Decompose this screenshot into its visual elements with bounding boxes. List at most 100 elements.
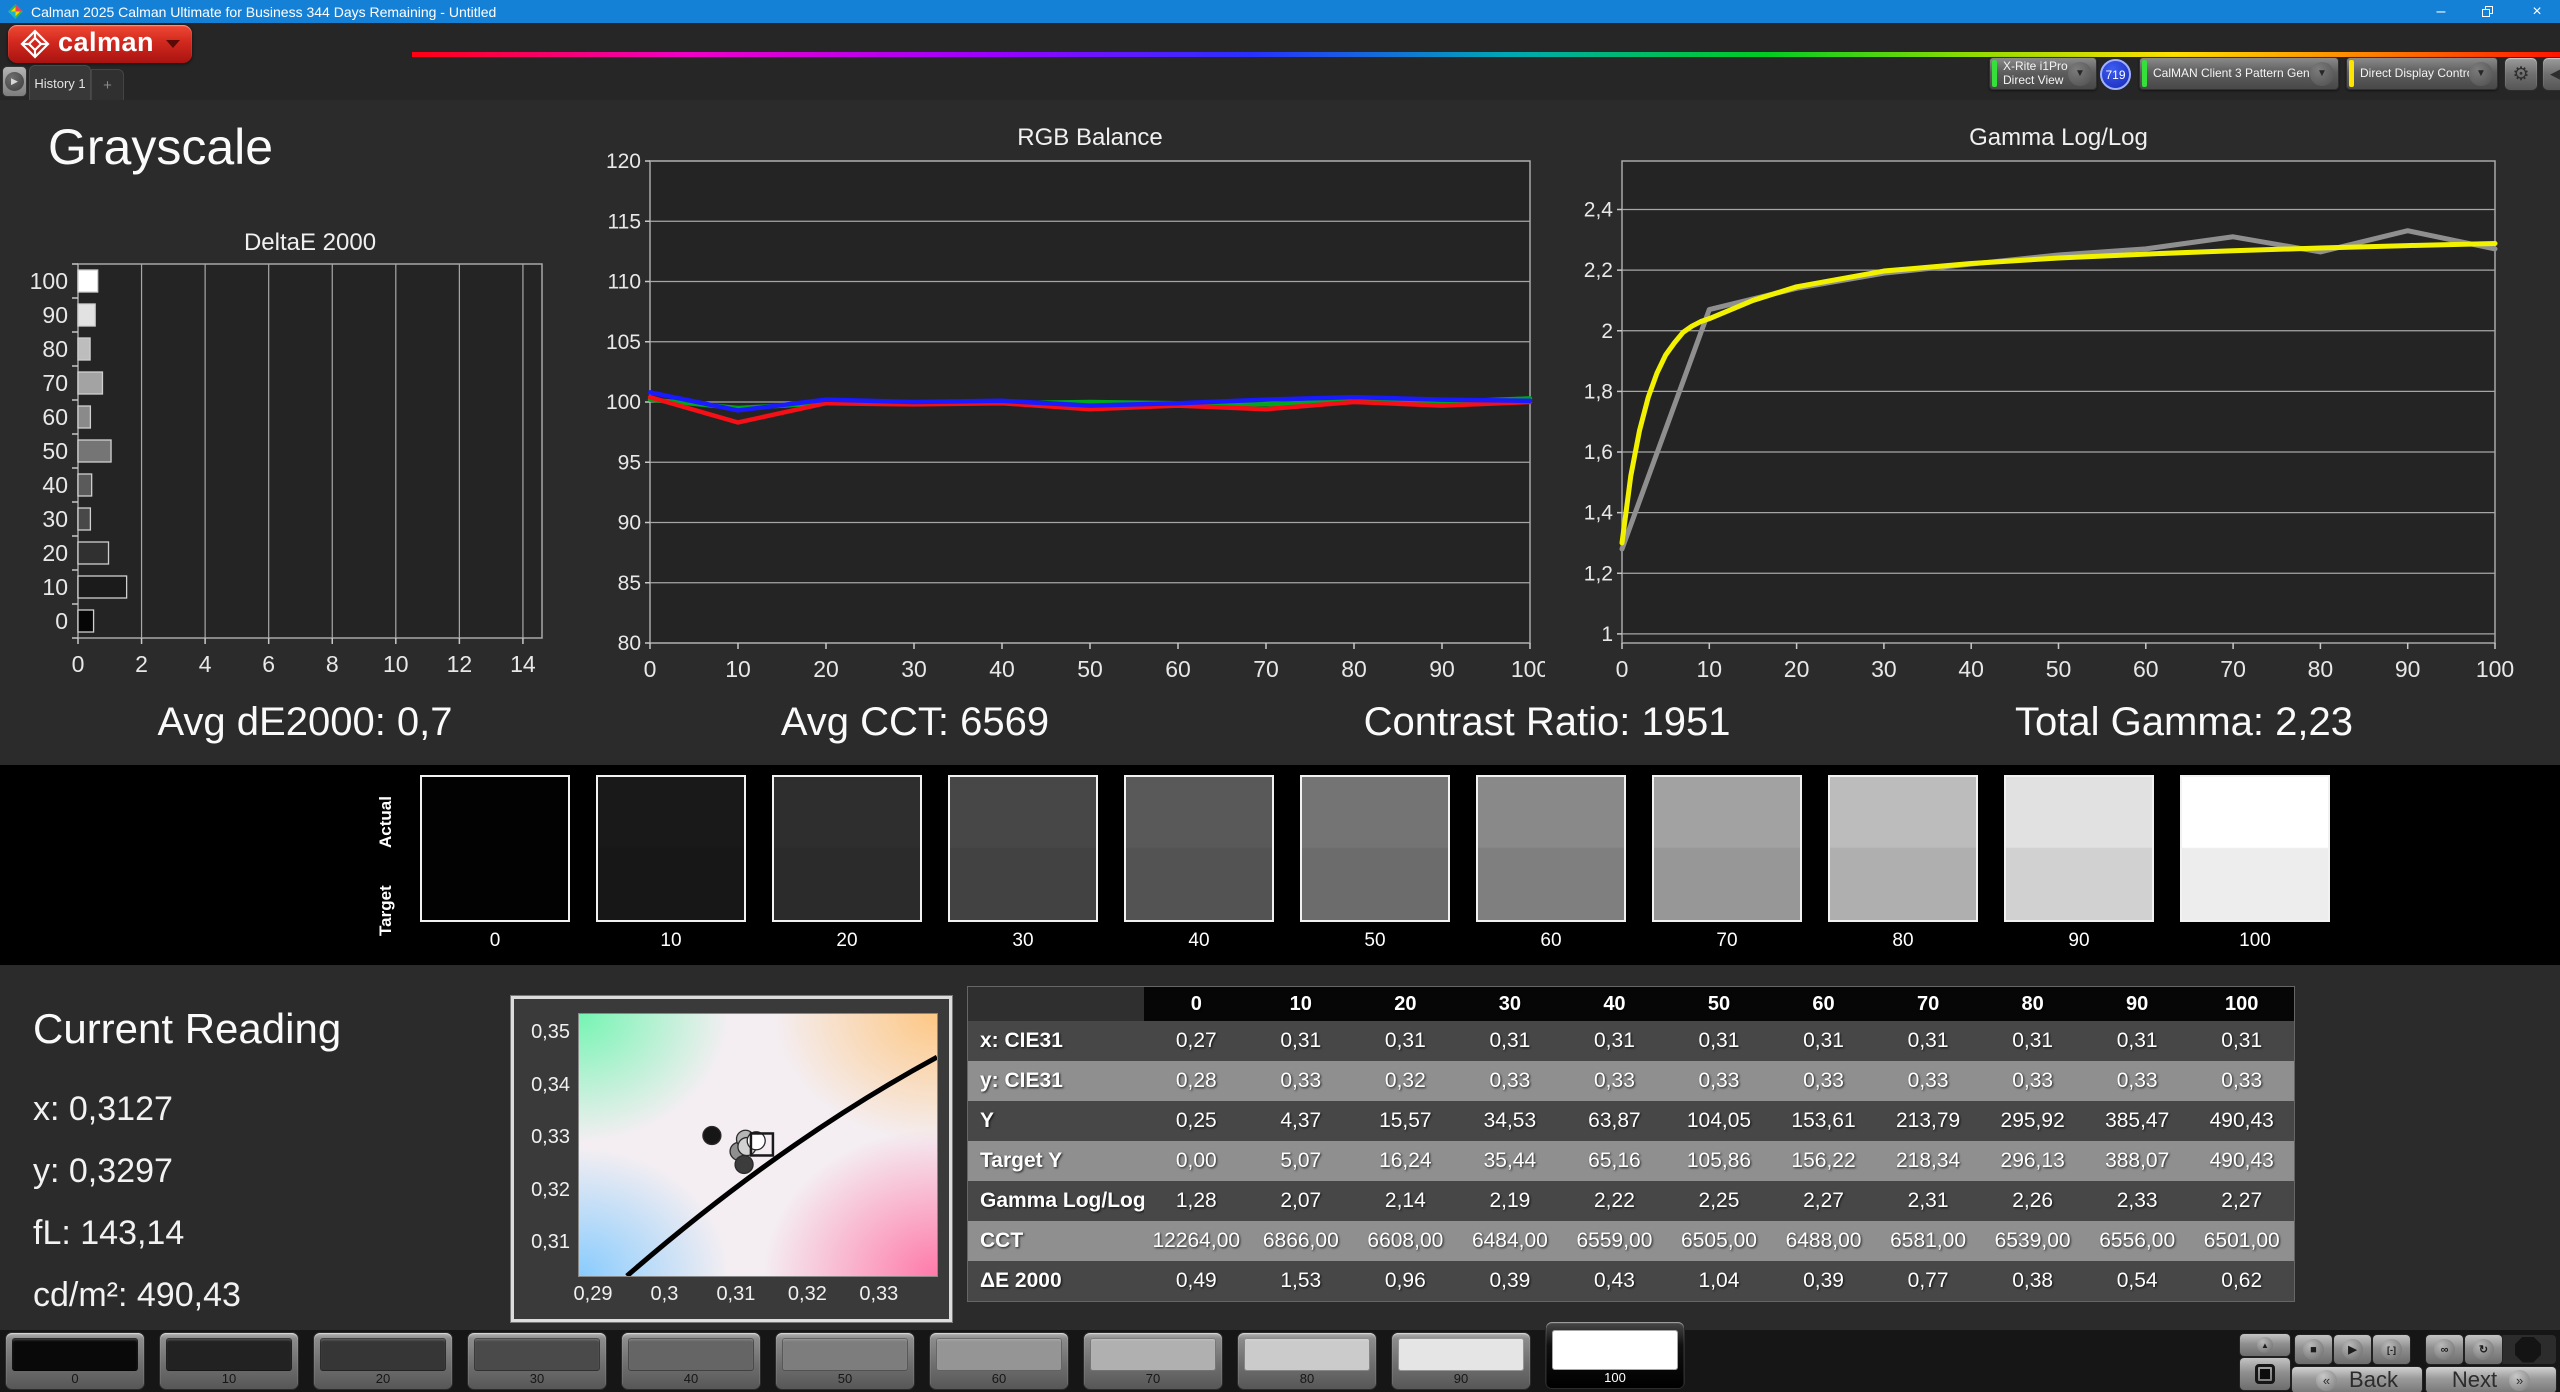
- stat-avg-cct: Avg CCT: 6569: [780, 700, 1050, 744]
- stat-avg-de2000: Avg dE2000: 0,7: [157, 700, 453, 744]
- cie-overlay: [625, 1054, 937, 1276]
- table-cell: 0,33: [1562, 1061, 1667, 1101]
- svg-text:50: 50: [42, 438, 68, 464]
- pattern-patch-20[interactable]: 20: [314, 1333, 452, 1389]
- cie-y-tick: 0,33: [531, 1126, 570, 1149]
- actual-axis-label: Actual: [376, 796, 395, 848]
- svg-text:110: 110: [608, 271, 641, 294]
- table-cell: 0,31: [1457, 1021, 1563, 1061]
- stop-button[interactable]: ■: [2295, 1335, 2332, 1364]
- table-cell: 1,04: [1666, 1261, 1772, 1301]
- column-header: 30: [1457, 987, 1563, 1021]
- tab-history-1[interactable]: History 1: [29, 65, 91, 100]
- patch-level-label: 90: [1453, 1371, 1469, 1386]
- pattern-patch-100[interactable]: 100: [1546, 1322, 1684, 1388]
- close-button[interactable]: ×: [2520, 0, 2554, 23]
- table-cell: 0,43: [1562, 1261, 1667, 1301]
- grayscale-swatch-20: [772, 775, 922, 922]
- calman-menu-button[interactable]: calman: [8, 25, 192, 63]
- row-label: Target Y: [968, 1141, 1144, 1181]
- pattern-patch-90[interactable]: 90: [1392, 1333, 1530, 1389]
- svg-text:100: 100: [30, 268, 68, 294]
- table-cell: 0,31: [1875, 1021, 1981, 1061]
- pattern-patch-70[interactable]: 70: [1084, 1333, 1222, 1389]
- svg-text:90: 90: [618, 512, 641, 535]
- table-cell: 6581,00: [1875, 1221, 1981, 1261]
- pattern-patch-10[interactable]: 10: [160, 1333, 298, 1389]
- pattern-patch-60[interactable]: 60: [930, 1333, 1068, 1389]
- svg-text:120: 120: [606, 150, 641, 173]
- stop-sign-icon: [2515, 1336, 2541, 1363]
- pattern-window-icon: [2255, 1364, 2275, 1384]
- svg-text:60: 60: [1165, 656, 1191, 682]
- table-cell: 213,79: [1875, 1101, 1981, 1141]
- calman-window: Calman 2025 Calman Ultimate for Business…: [0, 0, 2560, 1392]
- table-cell: 6505,00: [1666, 1221, 1772, 1261]
- workflow-advance-button[interactable]: ▶: [2, 66, 27, 97]
- patch-swatch: [1090, 1338, 1216, 1371]
- table-cell: 2,26: [1980, 1181, 2085, 1221]
- reading-x: x: 0,3127: [33, 1090, 173, 1128]
- pattern-window-button[interactable]: [2240, 1358, 2290, 1390]
- table-cell: 105,86: [1666, 1141, 1772, 1181]
- svg-text:0: 0: [55, 608, 68, 634]
- table-cell: 16,24: [1353, 1141, 1458, 1181]
- restore-button[interactable]: [2470, 0, 2504, 23]
- table-cell: 0,77: [1875, 1261, 1981, 1301]
- single-measure-button[interactable]: [-]: [2373, 1335, 2410, 1364]
- pattern-patch-80[interactable]: 80: [1238, 1333, 1376, 1389]
- column-header: 80: [1980, 987, 2085, 1021]
- grayscale-swatch-100: [2180, 775, 2330, 922]
- play-button[interactable]: ▶: [2334, 1335, 2371, 1364]
- swatch-level-label: 30: [1012, 930, 1034, 951]
- continuous-measure-button[interactable]: ∞: [2426, 1335, 2463, 1364]
- window-title: Calman 2025 Calman Ultimate for Business…: [31, 3, 497, 20]
- deltae-bar: [77, 541, 110, 565]
- svg-text:8: 8: [326, 651, 339, 677]
- next-button[interactable]: Next »: [2426, 1367, 2556, 1392]
- refresh-button[interactable]: ↻: [2465, 1335, 2502, 1364]
- continuous-measure-icon: ∞: [2434, 1339, 2455, 1360]
- calman-app-icon: [8, 4, 23, 19]
- grayscale-swatch-70: [1652, 775, 1802, 922]
- svg-text:2: 2: [1601, 320, 1613, 343]
- patch-swatch: [1244, 1338, 1370, 1371]
- pattern-patch-0[interactable]: 0: [6, 1333, 144, 1389]
- swatch-level-label: 60: [1540, 930, 1562, 951]
- table-cell: 4,37: [1248, 1101, 1354, 1141]
- patch-level-label: 60: [991, 1371, 1007, 1386]
- daylight-locus-curve: [625, 1054, 937, 1276]
- table-cell: 0,33: [1248, 1061, 1354, 1101]
- patch-swatch: [1398, 1338, 1524, 1371]
- table-cell: 0,31: [1562, 1021, 1667, 1061]
- deltae-bar: [77, 303, 96, 327]
- up-arrow-icon: ▲: [2257, 1337, 2273, 1353]
- back-button[interactable]: « Back: [2292, 1367, 2422, 1392]
- deltae-bar: [77, 439, 112, 463]
- svg-text:60: 60: [42, 404, 68, 430]
- patch-swatch: [474, 1338, 600, 1371]
- table-cell: 0,31: [1353, 1021, 1458, 1061]
- back-chevron-icon: «: [2316, 1369, 2338, 1391]
- pattern-patch-40[interactable]: 40: [622, 1333, 760, 1389]
- svg-text:50: 50: [1077, 656, 1103, 682]
- table-cell: 156,22: [1771, 1141, 1876, 1181]
- table-cell: 6501,00: [2189, 1221, 2294, 1261]
- table-cell: 0,33: [2084, 1061, 2190, 1101]
- pattern-patch-30[interactable]: 30: [468, 1333, 606, 1389]
- cie-y-tick: 0,32: [531, 1178, 570, 1201]
- row-label: ΔE 2000: [968, 1261, 1144, 1301]
- pattern-patch-50[interactable]: 50: [776, 1333, 914, 1389]
- svg-text:RGB Balance: RGB Balance: [1017, 125, 1162, 151]
- table-cell: 0,25: [1144, 1101, 1249, 1141]
- minimize-button[interactable]: –: [2424, 0, 2458, 23]
- svg-text:0: 0: [644, 656, 657, 682]
- svg-text:40: 40: [989, 656, 1015, 682]
- panel-expand-button[interactable]: ▲: [2240, 1334, 2290, 1356]
- current-reading-title: Current Reading: [33, 1005, 342, 1052]
- add-tab-button[interactable]: +: [91, 69, 124, 100]
- table-cell: 0,33: [2189, 1061, 2294, 1101]
- svg-text:10: 10: [42, 574, 68, 600]
- svg-text:20: 20: [1784, 656, 1810, 682]
- table-row: y: CIE31 0,28 0,33 0,32 0,33 0,33 0,33 0,33 0,33…: [968, 1061, 2294, 1101]
